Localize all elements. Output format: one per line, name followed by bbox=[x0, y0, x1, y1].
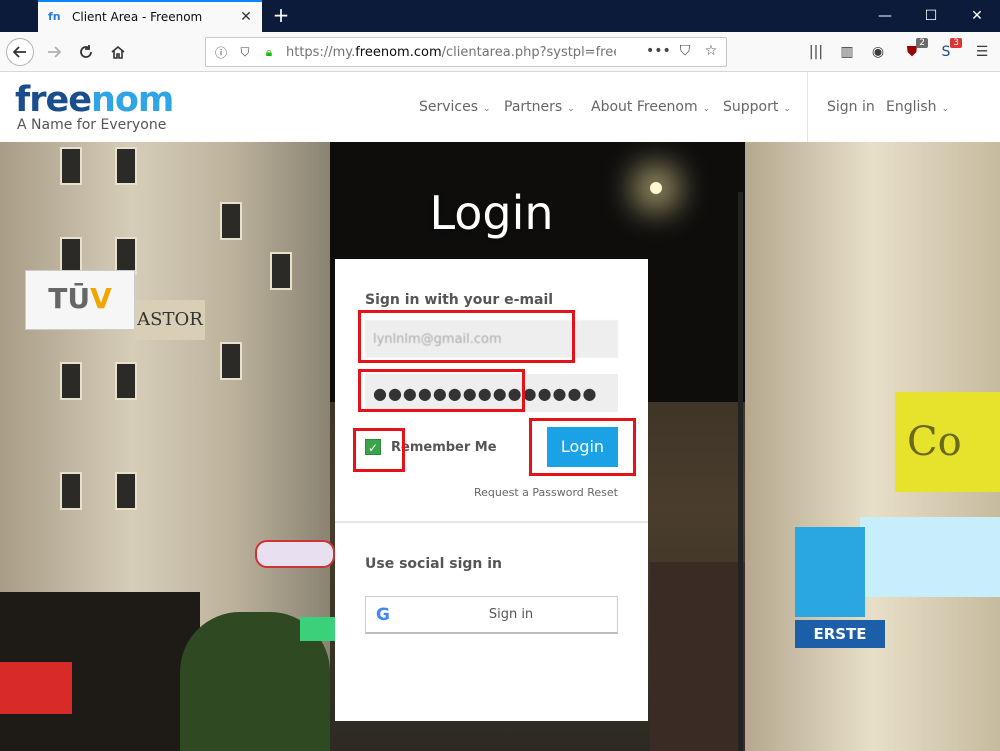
ublock-icon[interactable]: ⛊ 2 bbox=[902, 38, 928, 62]
window bbox=[115, 472, 137, 510]
freenom-logo[interactable]: freenom bbox=[15, 80, 174, 120]
ublock-badge: 2 bbox=[916, 38, 928, 48]
astor-sign: ASTOR bbox=[135, 300, 205, 340]
extension-icon[interactable]: S 3 bbox=[936, 38, 962, 62]
back-button[interactable] bbox=[6, 38, 34, 66]
nav-about[interactable]: About Freenom ⌄ bbox=[591, 99, 710, 115]
url-text[interactable]: https://my.freenom.com/clientarea.php?sy… bbox=[286, 45, 616, 60]
info-icon[interactable]: ⓘ bbox=[212, 43, 230, 61]
freenom-favicon-icon: fn bbox=[48, 10, 61, 23]
tab-title: Client Area - Freenom bbox=[72, 10, 203, 24]
erste-sign: ERSTE bbox=[795, 620, 885, 648]
reload-button[interactable] bbox=[72, 38, 100, 66]
maximize-icon[interactable]: ☐ bbox=[908, 0, 954, 32]
window bbox=[60, 472, 82, 510]
browser-toolbar: ⓘ ⛉ 🔒︎ https://my.freenom.com/clientarea… bbox=[0, 32, 1000, 72]
chevron-down-icon: ⌄ bbox=[567, 104, 575, 114]
blue-sign bbox=[860, 517, 1000, 597]
minimize-icon[interactable]: — bbox=[862, 0, 908, 32]
chevron-down-icon: ⌄ bbox=[483, 104, 491, 114]
bookmark-star-icon[interactable]: ☆ bbox=[702, 43, 720, 59]
address-bar[interactable]: ⓘ ⛉ 🔒︎ https://my.freenom.com/clientarea… bbox=[205, 37, 727, 67]
hamburger-menu-icon[interactable]: ☰ bbox=[972, 42, 992, 62]
nav-services[interactable]: Services ⌄ bbox=[419, 99, 491, 115]
storefront bbox=[650, 562, 745, 751]
nav-signin[interactable]: Sign in bbox=[827, 99, 875, 115]
nav-support[interactable]: Support ⌄ bbox=[723, 99, 791, 115]
home-icon bbox=[111, 45, 125, 59]
forward-button[interactable] bbox=[40, 38, 68, 66]
pocket-icon[interactable]: ⛉ bbox=[676, 43, 694, 59]
lock-icon[interactable]: 🔒︎ bbox=[260, 43, 278, 61]
arrow-right-icon bbox=[48, 46, 62, 58]
yellow-sign: Co bbox=[895, 392, 1000, 492]
window bbox=[220, 342, 242, 380]
card-divider bbox=[335, 521, 648, 523]
nav-divider bbox=[807, 72, 808, 142]
page-actions-icon[interactable]: ••• bbox=[646, 43, 671, 59]
page-title: Login bbox=[429, 186, 554, 240]
remember-me-label: Remember Me bbox=[391, 439, 497, 455]
shop-sign bbox=[0, 662, 72, 714]
chevron-down-icon: ⌄ bbox=[941, 104, 950, 114]
social-signin-heading: Use social sign in bbox=[365, 556, 502, 572]
password-reset-link[interactable]: Request a Password Reset bbox=[474, 486, 618, 499]
browser-tab[interactable]: fn Client Area - Freenom ✕ bbox=[38, 0, 262, 32]
close-window-icon[interactable]: ✕ bbox=[954, 0, 1000, 32]
browser-title-bar: fn Client Area - Freenom ✕ + — ☐ ✕ bbox=[0, 0, 1000, 32]
reload-icon bbox=[80, 45, 92, 58]
library-icon[interactable]: ||| bbox=[806, 42, 826, 62]
window bbox=[60, 147, 82, 185]
account-icon[interactable]: ◉ bbox=[868, 42, 888, 62]
tagline: A Name for Everyone bbox=[17, 117, 167, 133]
lamp-pole bbox=[738, 192, 743, 751]
email-highlight-box bbox=[358, 310, 575, 363]
arrow-left-icon bbox=[12, 46, 26, 58]
home-button[interactable] bbox=[104, 38, 132, 66]
window bbox=[115, 147, 137, 185]
window bbox=[115, 362, 137, 400]
signin-email-heading: Sign in with your e-mail bbox=[365, 292, 554, 308]
google-signin-button[interactable]: G Sign in bbox=[365, 596, 618, 634]
site-header: freenom A Name for Everyone Services ⌄ Pa… bbox=[0, 72, 1000, 142]
window bbox=[60, 362, 82, 400]
neon-sign bbox=[255, 540, 335, 568]
google-signin-label: Sign in bbox=[488, 607, 534, 622]
reader-sidebar-icon[interactable]: ▥ bbox=[837, 42, 857, 62]
window bbox=[270, 252, 292, 290]
close-tab-icon[interactable]: ✕ bbox=[238, 9, 254, 25]
chevron-down-icon: ⌄ bbox=[702, 104, 711, 114]
blue-sign bbox=[795, 527, 865, 617]
login-highlight-box bbox=[529, 418, 636, 476]
neon-sign bbox=[300, 617, 335, 641]
tracking-shield-icon[interactable]: ⛉ bbox=[236, 43, 254, 61]
extension-badge: 3 bbox=[950, 38, 962, 48]
chevron-down-icon: ⌄ bbox=[783, 104, 791, 114]
tuv-sign: TŪV bbox=[25, 270, 135, 330]
nav-partners[interactable]: Partners ⌄ bbox=[504, 99, 575, 115]
new-tab-button[interactable]: + bbox=[270, 4, 292, 26]
password-highlight-box bbox=[358, 369, 525, 412]
remember-highlight-box bbox=[353, 428, 405, 472]
nav-language[interactable]: English ⌄ bbox=[886, 99, 949, 115]
